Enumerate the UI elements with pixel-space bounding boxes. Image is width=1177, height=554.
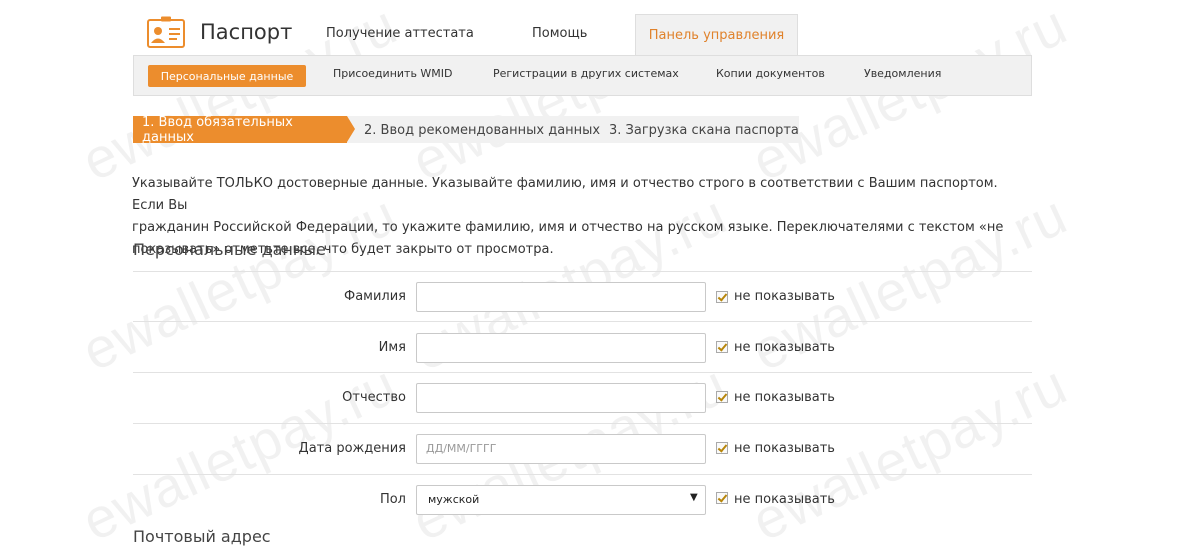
gender-hide-checkbox[interactable] (716, 492, 728, 504)
app-title: Паспорт (200, 20, 293, 44)
section-title-personal: Персональные данные (133, 240, 326, 259)
gender-label: Пол (379, 492, 406, 507)
subnav-item-attach-wmid[interactable]: Присоединить WMID (333, 67, 453, 80)
divider (133, 271, 1032, 272)
birthdate-hide-checkbox[interactable] (716, 442, 728, 454)
divider (133, 321, 1032, 322)
patronymic-label: Отчество (342, 390, 406, 405)
birthdate-placeholder: ДД/ММ/ГГГГ (426, 442, 497, 455)
step-required-data[interactable]: 1. Ввод обязательных данных (133, 115, 347, 145)
step-arrow (347, 116, 355, 142)
patronymic-hide-checkbox[interactable] (716, 391, 728, 403)
step-recommended-data[interactable]: 2. Ввод рекомендованных данных (364, 123, 600, 138)
surname-hide-checkbox[interactable] (716, 291, 728, 303)
gender-selected-value: мужской (428, 493, 480, 506)
intro-line: гражданин Российской Федерации, то укажи… (132, 220, 1004, 235)
birthdate-hide-label[interactable]: не показывать (734, 441, 835, 456)
divider (133, 423, 1032, 424)
name-hide-checkbox[interactable] (716, 341, 728, 353)
surname-input[interactable] (416, 282, 706, 312)
passport-card-icon (147, 16, 185, 48)
tab-help[interactable]: Помощь (532, 26, 587, 41)
subnav-item-document-copies[interactable]: Копии документов (716, 67, 825, 80)
surname-hide-label[interactable]: не показывать (734, 289, 835, 304)
birthdate-label: Дата рождения (298, 441, 406, 456)
patronymic-hide-label[interactable]: не показывать (734, 390, 835, 405)
name-input[interactable] (416, 333, 706, 363)
chevron-down-icon[interactable]: ▼ (690, 492, 698, 503)
tab-certificate[interactable]: Получение аттестата (326, 26, 474, 41)
name-hide-label[interactable]: не показывать (734, 340, 835, 355)
name-label: Имя (378, 340, 406, 355)
surname-label: Фамилия (344, 289, 406, 304)
subnav-item-notifications[interactable]: Уведомления (864, 67, 941, 80)
patronymic-input[interactable] (416, 383, 706, 413)
divider (133, 372, 1032, 373)
intro-line: Указывайте ТОЛЬКО достоверные данные. Ук… (132, 176, 998, 213)
divider (133, 474, 1032, 475)
gender-hide-label[interactable]: не показывать (734, 492, 835, 507)
section-title-postal: Почтовый адрес (133, 527, 271, 546)
subnav-item-personal-data[interactable]: Персональные данные (148, 65, 306, 87)
subnav-item-other-registrations[interactable]: Регистрации в других системах (493, 67, 679, 80)
tab-control-panel[interactable]: Панель управления (635, 14, 798, 55)
step-upload-scan[interactable]: 3. Загрузка скана паспорта (609, 123, 799, 138)
